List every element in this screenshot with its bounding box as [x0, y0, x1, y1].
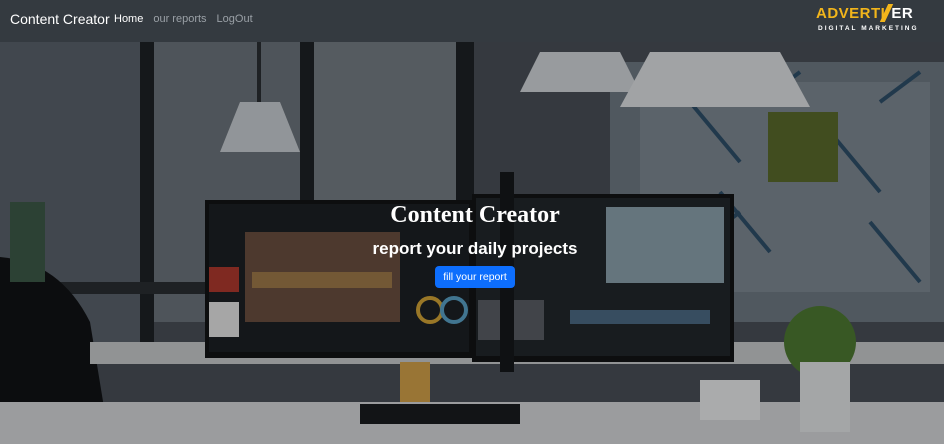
nav-link-our-reports[interactable]: our reports [153, 13, 206, 25]
nav-link-logout[interactable]: LogOut [217, 13, 253, 25]
logo-tagline: DIGITAL MARKETING [818, 25, 919, 32]
navbar-brand[interactable]: Content Creator [10, 11, 110, 27]
hero-section: Content Creator report your daily projec… [0, 42, 944, 444]
navbar: Content Creator Home our reports LogOut … [0, 0, 944, 42]
fill-report-button[interactable]: fill your report [435, 266, 515, 288]
hero-title: Content Creator [390, 202, 560, 228]
nav-link-home[interactable]: Home [114, 13, 143, 25]
logo-wordmark: ADVERTI ER [816, 5, 914, 22]
nav-links: Home our reports LogOut [114, 13, 263, 25]
advertizer-logo: ADVERTI ER DIGITAL MARKETING [816, 4, 920, 35]
hero-subtitle: report your daily projects [372, 239, 578, 258]
